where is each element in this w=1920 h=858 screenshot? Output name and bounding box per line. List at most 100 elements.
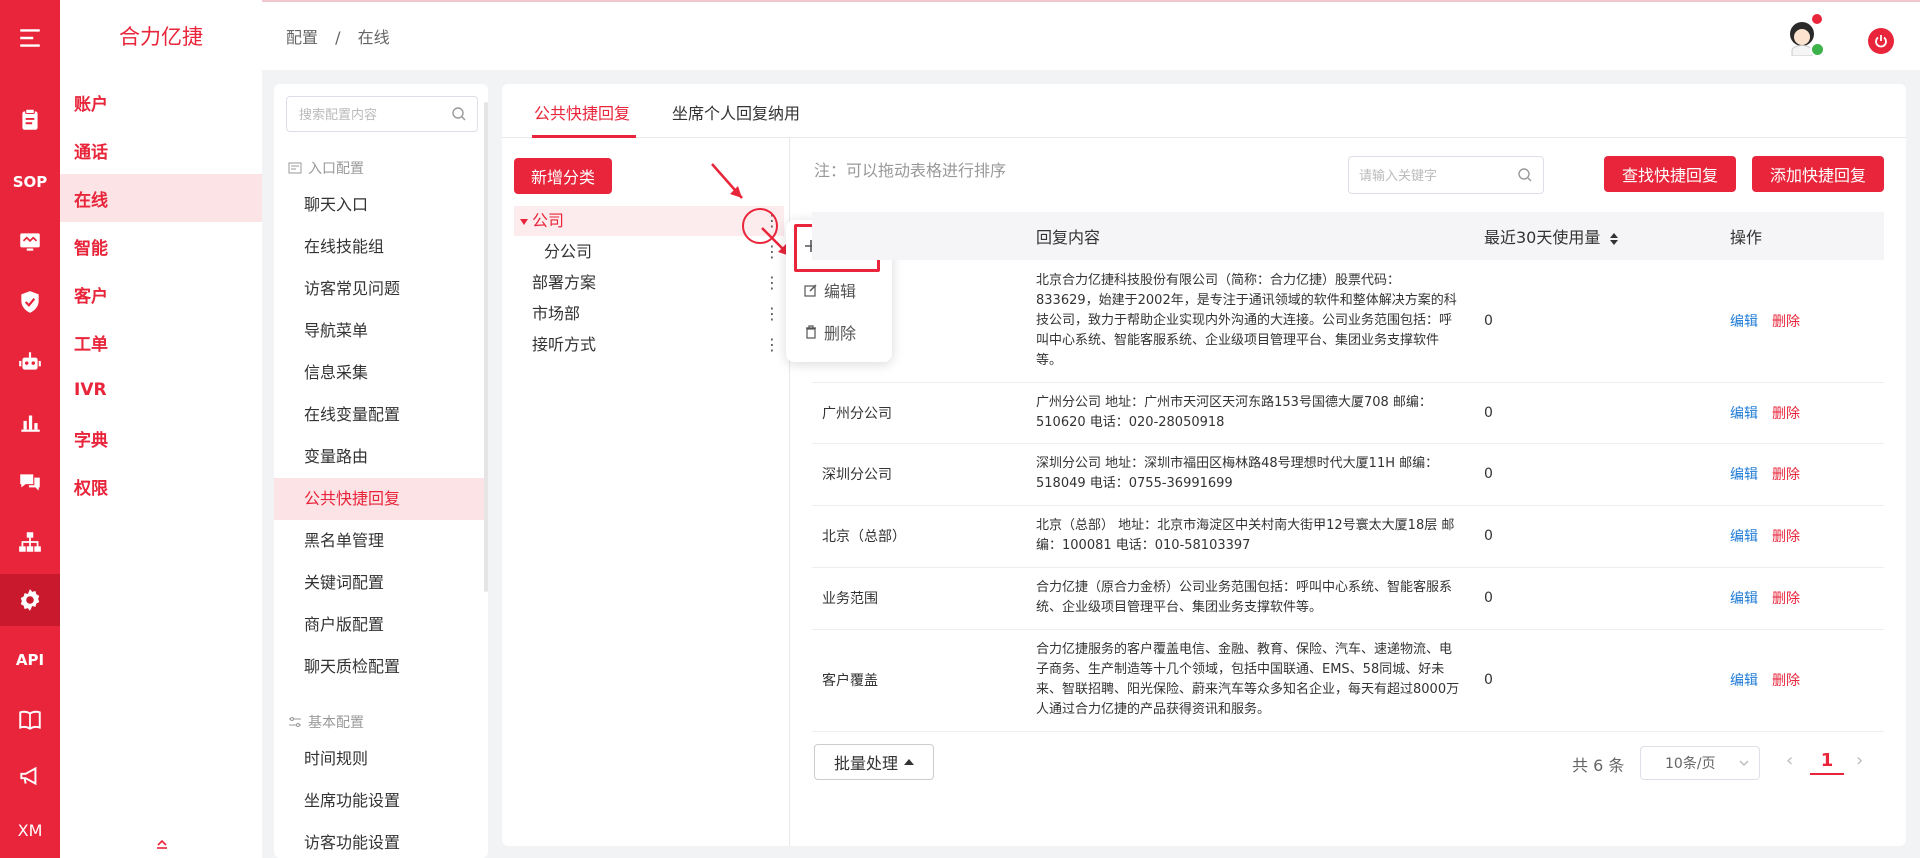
col-usage[interactable]: 最近30天使用量 — [1474, 212, 1720, 260]
row-title — [812, 260, 1026, 383]
chevron-down-icon — [1739, 760, 1749, 766]
nav-item-permission[interactable]: 权限 — [60, 462, 262, 510]
col-title — [812, 212, 1026, 260]
config-item-faq[interactable]: 访客常见问题 — [274, 268, 484, 310]
robot-icon[interactable] — [0, 338, 60, 386]
book-icon[interactable] — [0, 696, 60, 744]
more-icon[interactable]: ⋮ — [764, 299, 780, 329]
edit-link[interactable]: 编辑 — [1730, 314, 1758, 330]
delete-link[interactable]: 删除 — [1772, 467, 1800, 483]
config-item-skill-group[interactable]: 在线技能组 — [274, 226, 484, 268]
col-ops: 操作 — [1720, 212, 1884, 260]
search-icon[interactable] — [1517, 167, 1533, 183]
table-row[interactable]: 北京合力亿捷科技股份有限公司（简称：合力亿捷）股票代码：833629，始建于20… — [812, 260, 1884, 383]
megaphone-icon[interactable] — [0, 752, 60, 800]
config-item-variable-routing[interactable]: 变量路由 — [274, 436, 484, 478]
edit-link[interactable]: 编辑 — [1730, 591, 1758, 607]
row-content: 深圳分公司 地址：深圳市福田区梅林路48号理想时代大厦11H 邮编：518049… — [1026, 443, 1474, 506]
edit-link[interactable]: 编辑 — [1730, 467, 1758, 483]
nav-item-account[interactable]: 账户 — [60, 78, 262, 126]
shield-icon[interactable] — [0, 278, 60, 326]
add-category-button[interactable]: 新增分类 — [514, 158, 612, 194]
config-item-agent-settings[interactable]: 坐席功能设置 — [274, 780, 484, 822]
nav-item-call[interactable]: 通话 — [60, 126, 262, 174]
config-item-public-quick-reply[interactable]: 公共快捷回复 — [274, 478, 484, 520]
drag-sort-note: 注：可以拖动表格进行排序 — [814, 161, 1007, 180]
menu-icon[interactable] — [0, 14, 60, 62]
nav-item-customer[interactable]: 客户 — [60, 270, 262, 318]
sort-icon[interactable] — [1609, 232, 1619, 246]
row-title: 业务范围 — [812, 567, 1026, 630]
config-item-variables[interactable]: 在线变量配置 — [274, 394, 484, 436]
delete-link[interactable]: 删除 — [1772, 529, 1800, 545]
batch-process-button[interactable]: 批量处理 — [814, 744, 934, 780]
more-icon[interactable]: ⋮ — [764, 268, 780, 298]
table-row[interactable]: 业务范围 合力亿捷（原合力金桥）公司业务范围包括：呼叫中心系统、智能客服系统、企… — [812, 567, 1884, 630]
edit-link[interactable]: 编辑 — [1730, 406, 1758, 422]
category-item-marketing[interactable]: 市场部 ⋮ — [514, 299, 784, 329]
api-icon[interactable]: API — [0, 636, 60, 684]
config-item-time-rules[interactable]: 时间规则 — [274, 738, 484, 780]
delete-link[interactable]: 删除 — [1772, 591, 1800, 607]
keyword-search-input[interactable] — [1349, 157, 1509, 193]
avatar[interactable] — [1786, 14, 1825, 57]
more-icon[interactable]: ⋮ — [764, 330, 780, 360]
scrollbar[interactable] — [484, 102, 488, 592]
config-item-blacklist[interactable]: 黑名单管理 — [274, 520, 484, 562]
category-item-answer-mode[interactable]: 接听方式 ⋮ — [514, 330, 784, 360]
nav-item-dictionary[interactable]: 字典 — [60, 414, 262, 462]
nav-item-ticket[interactable]: 工单 — [60, 318, 262, 366]
delete-link[interactable]: 删除 — [1772, 673, 1800, 689]
config-item-merchant[interactable]: 商户版配置 — [274, 604, 484, 646]
gear-icon[interactable] — [0, 574, 60, 626]
table-row[interactable]: 深圳分公司 深圳分公司 地址：深圳市福田区梅林路48号理想时代大厦11H 邮编：… — [812, 443, 1884, 506]
sop-icon[interactable]: SOP — [0, 158, 60, 206]
config-item-chat-qc[interactable]: 聊天质检配置 — [274, 646, 484, 688]
chat-icon[interactable] — [0, 458, 60, 506]
table-row[interactable]: 北京（总部） 北京（总部） 地址：北京市海淀区中关村南大街甲12号寰太大厦18层… — [812, 505, 1884, 568]
find-quick-reply-button[interactable]: 查找快捷回复 — [1604, 156, 1736, 192]
table-row[interactable]: 客户覆盖 合力亿捷服务的客户覆盖电信、金融、教育、保险、汽车、速递物流、电子商务… — [812, 629, 1884, 732]
config-item-nav-menu[interactable]: 导航菜单 — [274, 310, 484, 352]
tab-bar: 公共快捷回复 坐席个人回复纳用 — [502, 84, 1906, 138]
clipboard-icon[interactable] — [0, 96, 60, 144]
row-content: 合力亿捷服务的客户覆盖电信、金融、教育、保险、汽车、速递物流、电子商务、生产制造… — [1026, 629, 1474, 732]
nav-item-smart[interactable]: 智能 — [60, 222, 262, 270]
power-icon[interactable] — [1868, 28, 1894, 54]
next-page-icon[interactable]: › — [1856, 750, 1863, 771]
edit-link[interactable]: 编辑 — [1730, 673, 1758, 689]
config-item-info-collect[interactable]: 信息采集 — [274, 352, 484, 394]
delete-link[interactable]: 删除 — [1772, 406, 1800, 422]
tab-agent-personal-reply[interactable]: 坐席个人回复纳用 — [672, 100, 800, 124]
config-item-visitor-settings[interactable]: 访客功能设置 — [274, 822, 484, 858]
chart-icon[interactable] — [0, 398, 60, 446]
page-size-select[interactable]: 10条/页 — [1640, 746, 1760, 780]
nav-item-ivr[interactable]: IVR — [60, 366, 262, 414]
collapse-up-icon[interactable] — [156, 838, 168, 849]
monitor-icon[interactable] — [0, 218, 60, 266]
page-number-current[interactable]: 1 — [1810, 750, 1844, 775]
prev-page-icon[interactable]: ‹ — [1786, 750, 1793, 771]
table-row[interactable]: 广州分公司 广州分公司 地址：广州市天河区天河东路153号国德大厦708 邮编：… — [812, 382, 1884, 444]
xm-icon[interactable]: XM — [0, 806, 60, 854]
icon-rail: SOP API XM — [0, 0, 60, 858]
config-menu: 入口配置 聊天入口 在线技能组 访客常见问题 导航菜单 信息采集 在线变量配置 … — [274, 84, 488, 858]
config-item-chat-entry[interactable]: 聊天入口 — [274, 184, 484, 226]
row-title: 广州分公司 — [812, 382, 1026, 444]
add-quick-reply-button[interactable]: 添加快捷回复 — [1752, 156, 1884, 192]
nav-item-online[interactable]: 在线 — [60, 174, 262, 222]
config-search — [286, 96, 478, 132]
breadcrumb-parent[interactable]: 配置 — [286, 28, 318, 47]
config-item-keywords[interactable]: 关键词配置 — [274, 562, 484, 604]
edit-link[interactable]: 编辑 — [1730, 529, 1758, 545]
search-icon[interactable] — [451, 106, 467, 122]
config-search-input[interactable] — [287, 97, 447, 131]
tab-public-quick-reply[interactable]: 公共快捷回复 — [534, 100, 630, 124]
row-title: 北京（总部） — [812, 505, 1026, 568]
expand-caret-icon[interactable] — [520, 219, 528, 225]
org-icon[interactable] — [0, 518, 60, 566]
delete-link[interactable]: 删除 — [1772, 314, 1800, 330]
entry-group-icon — [288, 162, 302, 174]
online-status-icon — [1810, 42, 1825, 57]
category-item-deployment[interactable]: 部署方案 ⋮ — [514, 268, 784, 298]
